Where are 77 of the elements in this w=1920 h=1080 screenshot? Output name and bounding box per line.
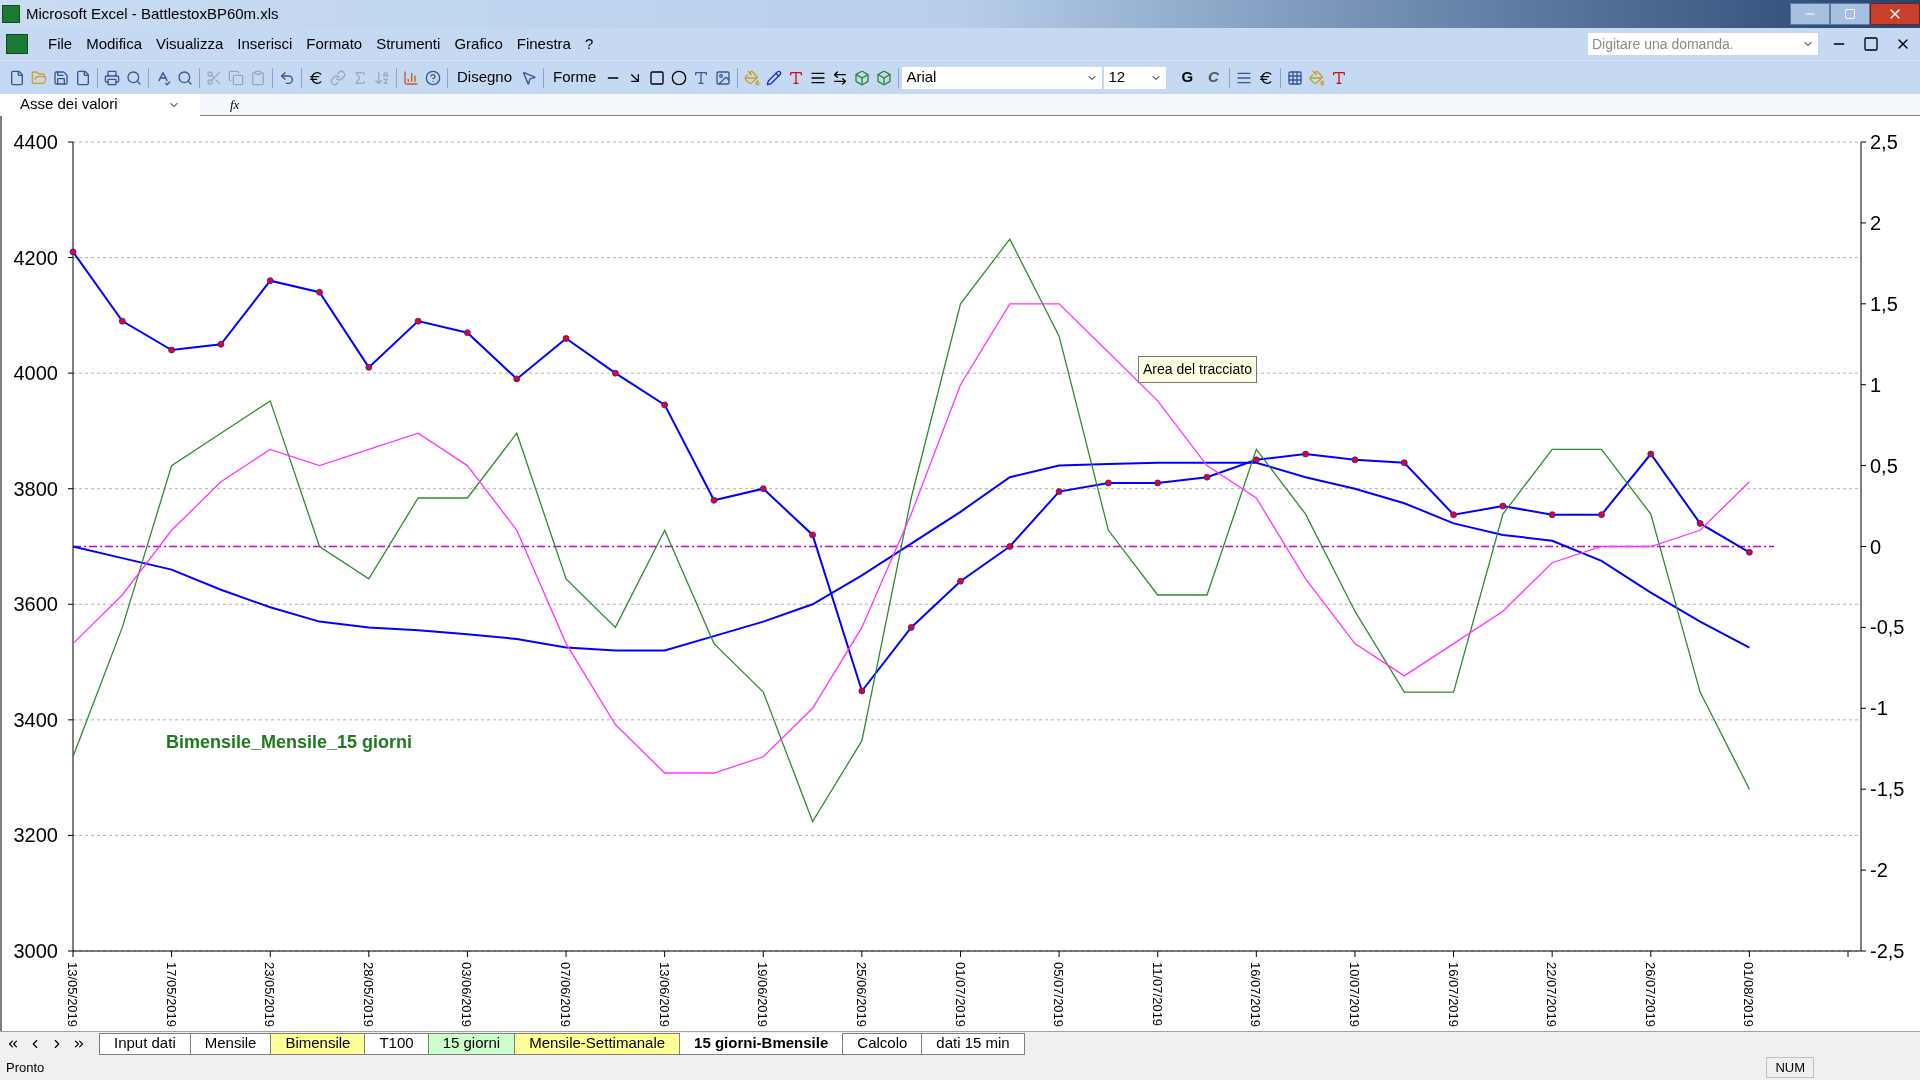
font-size-value: 12 [1108,67,1126,88]
x-axis-label: 22/07/2019 [1544,962,1560,1028]
maximize-button[interactable] [1830,3,1870,25]
x-axis-label: 23/05/2019 [262,962,278,1028]
secondary-axis-label: 0 [1870,535,1882,558]
font-size-field[interactable]: 12 [1104,66,1167,89]
drawing-menu[interactable]: Disegno [451,66,519,89]
name-box[interactable]: Asse dei valori [0,93,200,116]
menu-item[interactable]: File [42,32,79,56]
menu-item[interactable]: Formato [300,32,369,56]
function-button[interactable]: fx [230,94,240,115]
x-axis-label: 16/07/2019 [1445,962,1461,1028]
close-button[interactable] [1870,3,1920,25]
bold-button[interactable]: G [1174,66,1201,89]
x-axis-label: 26/07/2019 [1642,962,1658,1028]
x-axis-label: 13/05/2019 [65,962,80,1028]
x-axis-label: 17/05/2019 [163,962,179,1028]
x-axis-label: 01/08/2019 [1741,962,1757,1028]
x-axis-label: 03/06/2019 [459,962,475,1028]
minimize-button[interactable] [1790,3,1830,25]
chart-annotation: Bimensile_Mensile_15 giorni [166,732,413,752]
menu-item[interactable]: Visualizza [150,32,230,56]
secondary-axis-label: -1 [1870,697,1888,720]
secondary-axis-label: 2,5 [1870,131,1898,153]
excel-logo-icon [2,5,20,23]
x-axis-label: 10/07/2019 [1346,962,1362,1028]
y-axis-label: 3400 [13,708,58,731]
y-axis-label: 3000 [13,940,58,962]
secondary-axis-label: -2 [1870,859,1888,882]
menu-item[interactable]: Inserisci [231,32,299,56]
menu-item[interactable]: Grafico [448,32,509,56]
sheet-tab[interactable]: 15 giorni-Bmensile [679,1032,844,1055]
x-axis-label: 19/06/2019 [755,962,771,1028]
y-axis-label: 3800 [13,477,58,500]
secondary-axis-label: 0,5 [1870,454,1898,477]
window-title: Microsoft Excel - BattlestoxBP60m.xls [26,3,279,24]
font-name-field[interactable]: Arial [902,66,1103,89]
num-lock-indicator: NUM [1766,1056,1814,1079]
y-axis-label: 4400 [13,131,58,153]
menu-item[interactable]: ? [578,32,600,56]
y-axis-label: 3600 [13,593,58,616]
x-axis-label: 28/05/2019 [360,962,376,1028]
x-axis-label: 13/06/2019 [656,962,672,1028]
italic-button[interactable]: C [1200,66,1227,89]
maximize-icon [1844,8,1856,20]
chart-tooltip: Area del tracciato [1138,356,1257,383]
secondary-axis-label: -1,5 [1870,778,1905,801]
x-axis-label: 07/06/2019 [558,962,574,1028]
secondary-axis-label: -0,5 [1870,616,1905,639]
y-axis-label: 4000 [13,362,58,385]
x-axis-label: 16/07/2019 [1248,962,1264,1028]
x-axis-label: 05/07/2019 [1051,962,1067,1028]
sheet-tab[interactable]: Mensile-Settimanale [514,1032,681,1055]
y-axis-label: 3200 [13,824,58,847]
sheet-tab[interactable]: Bimensile [270,1032,366,1055]
menu-item[interactable]: Finestra [510,32,577,56]
x-axis-label: 01/07/2019 [952,962,968,1028]
x-axis-label: 11/07/2019 [1149,962,1165,1027]
secondary-axis-label: 1,5 [1870,292,1898,315]
secondary-axis-label: 1 [1870,373,1882,396]
sheet-tab[interactable]: 15 giorni [427,1032,516,1055]
menu-item[interactable]: Strumenti [370,32,447,56]
y-axis-label: 4200 [13,246,58,269]
x-axis-label: 25/06/2019 [853,962,869,1028]
sheet-tab[interactable]: T100 [364,1032,429,1055]
sheet-tab[interactable]: Input dati [99,1032,191,1055]
secondary-axis-label: -2,5 [1870,940,1905,962]
status-text: Pronto [6,1058,45,1077]
sheet-tab[interactable]: Mensile [189,1032,272,1055]
font-name-value: Arial [906,67,937,88]
help-search-field[interactable]: Digitare una domanda. [1588,33,1818,55]
shapes-menu[interactable]: Forme [547,66,603,89]
secondary-axis-label: 2 [1870,211,1882,234]
sheet-tab[interactable]: Calcolo [842,1032,923,1055]
menu-item[interactable]: Modifica [80,32,149,56]
name-box-value: Asse dei valori [20,94,118,115]
sheet-tab[interactable]: dati 15 min [921,1032,1025,1055]
